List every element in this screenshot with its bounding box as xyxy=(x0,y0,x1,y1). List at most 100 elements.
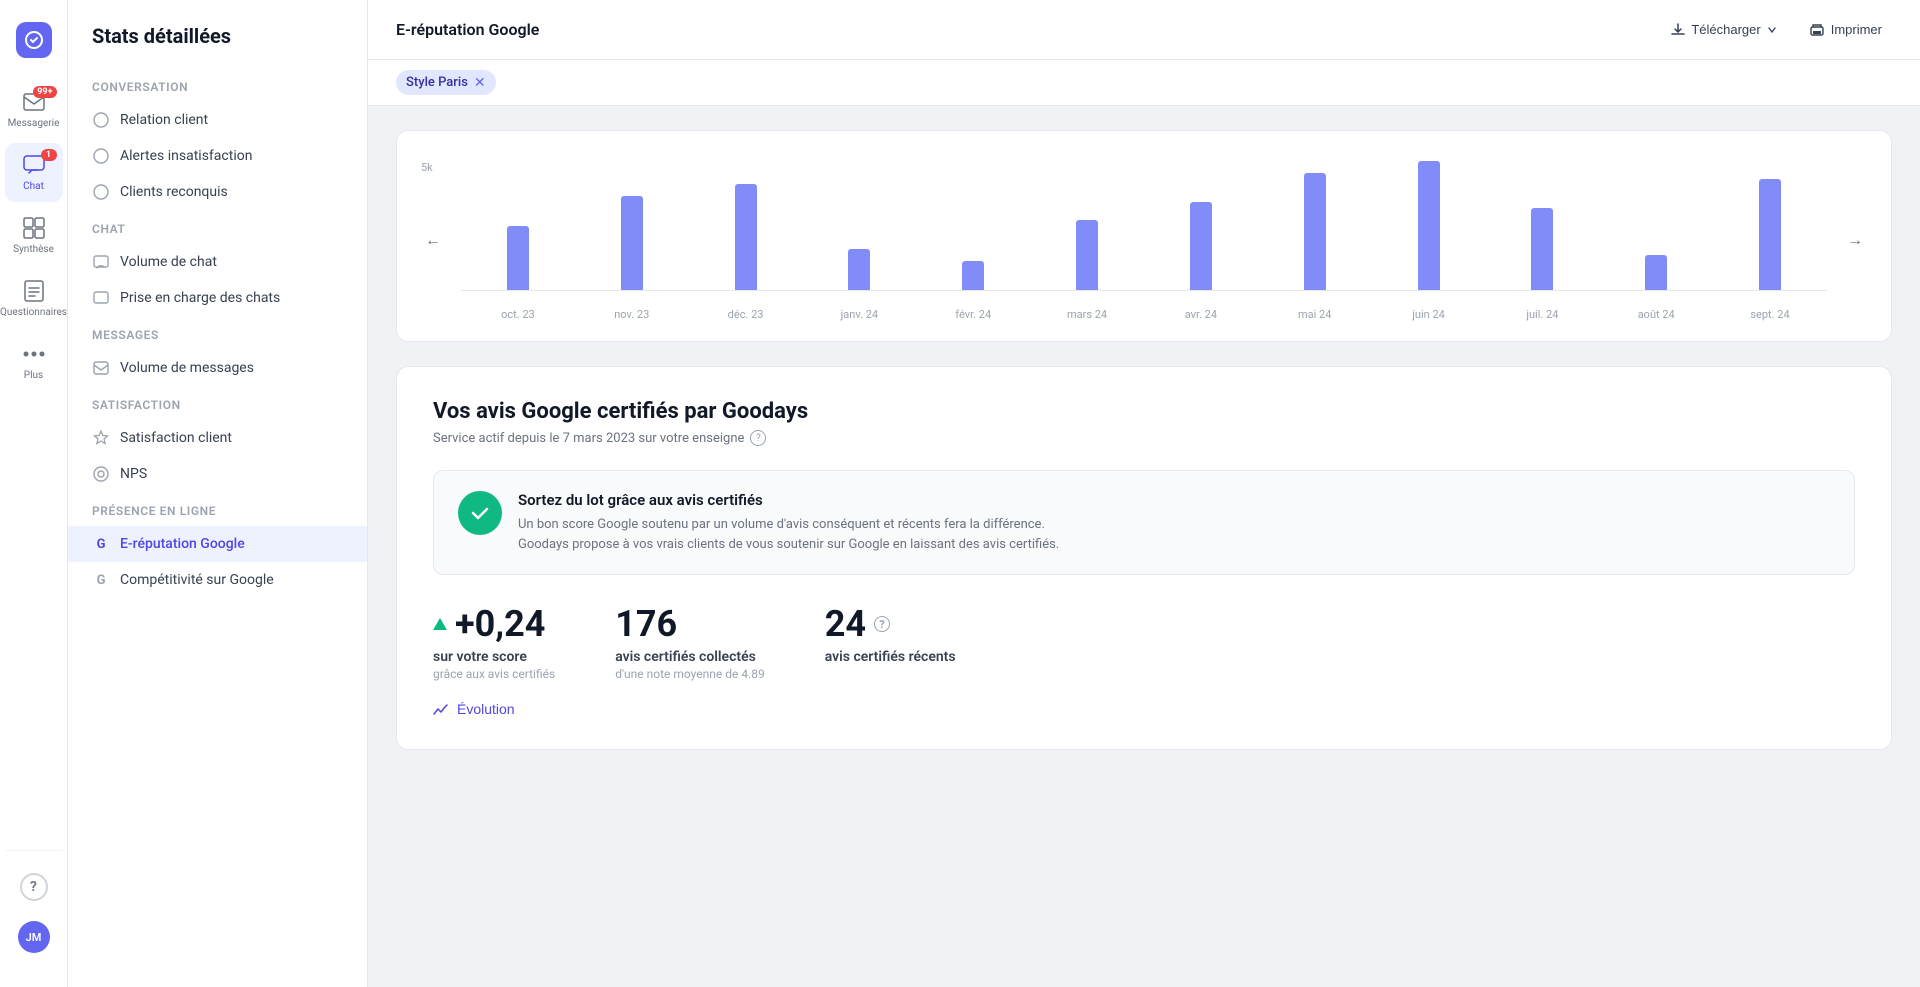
sidebar-item-chat[interactable]: Chat 1 xyxy=(5,143,63,202)
sidebar-item-plus[interactable]: Plus xyxy=(5,332,63,391)
certif-highlight: Sortez du lot grâce aux avis certifiés U… xyxy=(433,470,1855,575)
filter-bar: Style Paris ✕ xyxy=(368,60,1920,106)
filter-tag-style-paris: Style Paris ✕ xyxy=(396,70,496,95)
questionnaires-icon xyxy=(22,279,46,303)
chart-bar-9[interactable] xyxy=(1531,208,1553,290)
chart-col-3 xyxy=(802,161,916,290)
chart-col-4 xyxy=(916,161,1030,290)
nav-item-volume-messages[interactable]: Volume de messages xyxy=(68,350,367,386)
telecharger-label: Télécharger xyxy=(1691,22,1760,37)
icon-sidebar: Messagerie 99+ Chat 1 Synthèse xyxy=(0,0,68,987)
section-label-satisfaction: Satisfaction xyxy=(68,386,367,420)
chart-bar-3[interactable] xyxy=(848,249,870,290)
chart-prev-button[interactable]: ← xyxy=(421,228,445,254)
chart-bar-10[interactable] xyxy=(1645,255,1667,290)
imprimer-button[interactable]: Imprimer xyxy=(1799,16,1892,43)
satisfaction-client-label: Satisfaction client xyxy=(120,430,232,446)
certif-stat-collected-value: 176 xyxy=(615,603,765,645)
volume-messages-label: Volume de messages xyxy=(120,360,254,376)
download-icon xyxy=(1671,23,1685,37)
synthese-icon xyxy=(22,216,46,240)
nps-label: NPS xyxy=(120,466,147,482)
certif-info-icon[interactable]: ? xyxy=(750,430,766,446)
prise-en-charge-label: Prise en charge des chats xyxy=(120,290,280,306)
volume-chat-label: Volume de chat xyxy=(120,254,217,270)
nav-item-competitivite[interactable]: G Compétitivité sur Google xyxy=(68,562,367,598)
filter-tag-label: Style Paris xyxy=(406,75,468,90)
chart-x-label-6: avr. 24 xyxy=(1144,308,1258,321)
chart-bar-11[interactable] xyxy=(1759,179,1781,290)
chart-col-6 xyxy=(1144,161,1258,290)
certif-highlight-content: Sortez du lot grâce aux avis certifiés U… xyxy=(518,491,1059,554)
chart-bars-area xyxy=(461,161,1827,291)
nav-item-e-reputation[interactable]: G E-réputation Google xyxy=(68,526,367,562)
main-content: E-réputation Google Télécharger Imprimer… xyxy=(368,0,1920,987)
evolution-button[interactable]: Évolution xyxy=(433,701,515,717)
content-area: 5k oct. 23nov. 23déc. 23janv. 24févr. 24… xyxy=(368,106,1920,987)
messagerie-label: Messagerie xyxy=(8,118,60,129)
chart-x-label-0: oct. 23 xyxy=(461,308,575,321)
nav-item-clients-reconquis[interactable]: Clients reconquis xyxy=(68,174,367,210)
certif-subtitle: Service actif depuis le 7 mars 2023 sur … xyxy=(433,430,1855,446)
alertes-label: Alertes insatisfaction xyxy=(120,148,252,164)
evolution-label: Évolution xyxy=(457,701,515,717)
certif-stat-score-label: sur votre score xyxy=(433,649,555,665)
chart-bar-1[interactable] xyxy=(621,196,643,290)
sidebar-item-messagerie[interactable]: Messagerie 99+ xyxy=(5,80,63,139)
app-logo[interactable] xyxy=(5,12,63,68)
chart-card: 5k oct. 23nov. 23déc. 23janv. 24févr. 24… xyxy=(396,130,1892,342)
chart-next-button[interactable]: → xyxy=(1843,228,1867,254)
certif-title: Vos avis Google certifiés par Goodays xyxy=(433,399,1855,424)
certif-stat-score-value: +0,24 xyxy=(433,603,555,645)
chart-bar-0[interactable] xyxy=(507,226,529,291)
sidebar-item-synthese[interactable]: Synthèse xyxy=(5,206,63,265)
chart-col-8 xyxy=(1372,161,1486,290)
chart-x-label-5: mars 24 xyxy=(1030,308,1144,321)
page-title: E-réputation Google xyxy=(396,20,539,39)
plus-label: Plus xyxy=(24,370,43,381)
nav-item-volume-chat[interactable]: Volume de chat xyxy=(68,244,367,280)
chat-label: Chat xyxy=(23,181,44,192)
certif-stats: +0,24 sur votre score grâce aux avis cer… xyxy=(433,603,1855,681)
certif-stat-recent: 24 ? avis certifiés récents xyxy=(825,603,956,681)
chart-bar-6[interactable] xyxy=(1190,202,1212,290)
chart-bar-8[interactable] xyxy=(1418,161,1440,290)
nps-icon xyxy=(92,465,110,483)
help-button[interactable]: ? xyxy=(5,863,63,911)
nav-sidebar: Stats détaillées Conversation Relation c… xyxy=(68,0,368,987)
nav-item-relation-client[interactable]: Relation client xyxy=(68,102,367,138)
trend-up-icon xyxy=(433,618,447,630)
telecharger-button[interactable]: Télécharger xyxy=(1661,16,1786,43)
nav-item-nps[interactable]: NPS xyxy=(68,456,367,492)
avatar-initials: JM xyxy=(18,921,50,953)
evolution-icon xyxy=(433,702,449,716)
chart-x-label-2: déc. 23 xyxy=(689,308,803,321)
certif-stat-collected-sub: d'une note moyenne de 4.89 xyxy=(615,667,765,681)
e-reputation-icon: G xyxy=(92,535,110,553)
relation-client-icon xyxy=(92,111,110,129)
chart-container: 5k oct. 23nov. 23déc. 23janv. 24févr. 24… xyxy=(421,161,1867,321)
certif-stat-collected-label: avis certifiés collectés xyxy=(615,649,765,665)
competitivite-icon: G xyxy=(92,571,110,589)
chart-bar-7[interactable] xyxy=(1304,173,1326,290)
sidebar-title: Stats détaillées xyxy=(68,24,367,68)
certif-highlight-text2: Goodays propose à vos vrais clients de v… xyxy=(518,535,1059,555)
help-icon: ? xyxy=(20,873,48,901)
print-icon xyxy=(1809,23,1825,37)
filter-tag-close-button[interactable]: ✕ xyxy=(474,76,486,90)
certif-card: Vos avis Google certifiés par Goodays Se… xyxy=(396,366,1892,750)
certif-stat-score-number: +0,24 xyxy=(455,603,545,645)
nav-item-prise-en-charge[interactable]: Prise en charge des chats xyxy=(68,280,367,316)
chart-col-7 xyxy=(1258,161,1372,290)
sidebar-item-questionnaires[interactable]: Questionnaires xyxy=(5,269,63,328)
certif-stat-recent-info-icon[interactable]: ? xyxy=(874,616,890,632)
chart-bar-4[interactable] xyxy=(962,261,984,290)
user-avatar[interactable]: JM xyxy=(5,911,63,963)
satisfaction-client-icon xyxy=(92,429,110,447)
chart-bar-5[interactable] xyxy=(1076,220,1098,290)
volume-chat-icon xyxy=(92,253,110,271)
certif-highlight-text1: Un bon score Google soutenu par un volum… xyxy=(518,515,1059,535)
nav-item-alertes[interactable]: Alertes insatisfaction xyxy=(68,138,367,174)
nav-item-satisfaction-client[interactable]: Satisfaction client xyxy=(68,420,367,456)
chart-bar-2[interactable] xyxy=(735,184,757,290)
